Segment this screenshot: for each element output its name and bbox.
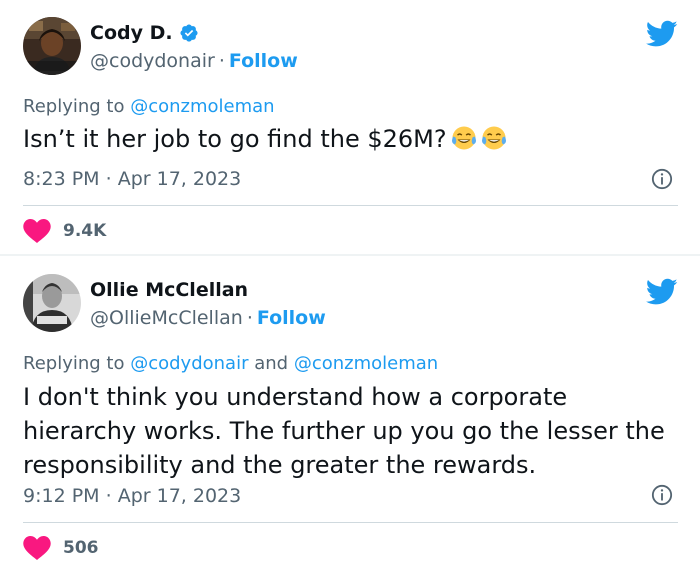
replying-to: Replying to @conzmoleman — [23, 96, 275, 117]
divider — [23, 205, 678, 206]
author-handle[interactable]: @OllieMcClellan — [90, 307, 243, 329]
follow-button[interactable]: Follow — [257, 307, 326, 329]
tweet-time: 9:12 PM — [23, 485, 100, 507]
separator-dot: · — [105, 485, 112, 507]
divider — [23, 522, 678, 523]
handle-row: @codydonair · Follow — [90, 50, 298, 72]
replying-to: Replying to @codydonair and @conzmoleman — [23, 353, 438, 374]
tweet-text: Isn’t it her job to go find the $26M? — [23, 122, 673, 156]
tweet-text-content: Isn’t it her job to go find the $26M? — [23, 125, 447, 153]
verified-badge-icon — [180, 24, 198, 42]
timestamp-row[interactable]: 9:12 PM · Apr 17, 2023 — [23, 485, 241, 507]
mention-link[interactable]: @conzmoleman — [130, 96, 274, 117]
author-handle[interactable]: @codydonair — [90, 50, 215, 72]
avatar[interactable] — [23, 274, 81, 332]
like-count: 9.4K — [63, 221, 107, 241]
tweet-date: Apr 17, 2023 — [117, 168, 242, 190]
like-button[interactable]: 506 — [23, 536, 99, 560]
replying-prefix: Replying to — [23, 96, 125, 117]
info-icon[interactable] — [651, 484, 673, 506]
like-count: 506 — [63, 538, 99, 558]
author-name[interactable]: Cody D. — [90, 22, 173, 44]
face-with-tears-of-joy-icon — [451, 126, 476, 150]
tweet-text: I don't think you understand how a corpo… — [23, 380, 673, 482]
twitter-bird-icon[interactable] — [646, 20, 678, 48]
heart-icon — [23, 219, 51, 243]
avatar-image — [23, 17, 81, 75]
tweet-time: 8:23 PM — [23, 168, 100, 190]
author-name[interactable]: Ollie McClellan — [90, 279, 248, 301]
like-button[interactable]: 9.4K — [23, 219, 106, 243]
follow-button[interactable]: Follow — [229, 50, 298, 72]
replying-prefix: Replying to — [23, 353, 125, 374]
avatar-image — [23, 274, 81, 332]
tweet-card-2: Ollie McClellan @OllieMcClellan · Follow R… — [0, 256, 700, 575]
handle-row: @OllieMcClellan · Follow — [90, 307, 326, 329]
tweet-date: Apr 17, 2023 — [117, 485, 242, 507]
timestamp-row[interactable]: 8:23 PM · Apr 17, 2023 — [23, 168, 241, 190]
separator-dot: · — [246, 307, 253, 329]
separator-dot: · — [218, 50, 225, 72]
mention-link[interactable]: @conzmoleman — [294, 353, 438, 374]
heart-icon — [23, 536, 51, 560]
avatar[interactable] — [23, 17, 81, 75]
info-icon[interactable] — [651, 168, 673, 190]
mention-link[interactable]: @codydonair — [130, 353, 248, 374]
replying-and: and — [254, 353, 289, 374]
tweet-card-1: Cody D. @codydonair · Follow Replying to @… — [0, 0, 700, 256]
separator-dot: · — [105, 168, 112, 190]
tweet-text-content: I don't think you understand how a corpo… — [23, 383, 665, 479]
twitter-bird-icon[interactable] — [646, 278, 678, 306]
face-with-tears-of-joy-icon — [481, 126, 506, 150]
